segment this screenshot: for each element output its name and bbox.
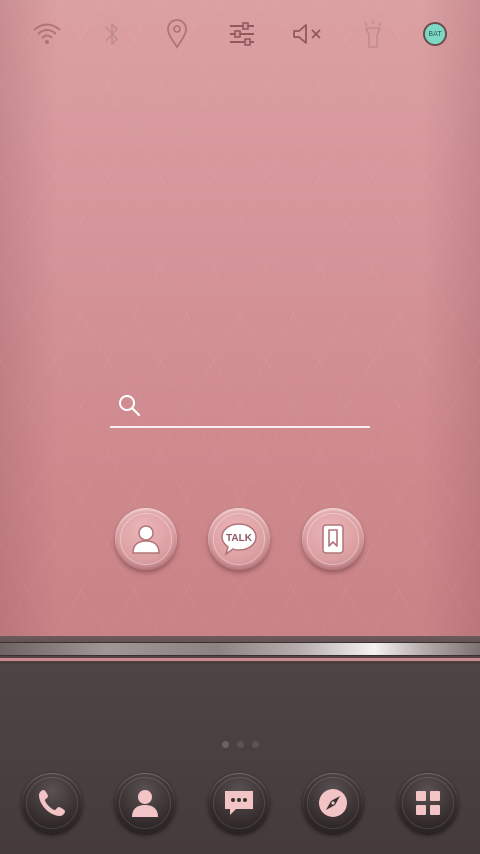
- page-dot: [236, 741, 244, 748]
- location-icon: [167, 19, 187, 49]
- page-dot: [221, 741, 229, 748]
- battery-label: BAT: [428, 30, 442, 38]
- search-input[interactable]: [150, 394, 364, 420]
- bluetooth-toggle[interactable]: [92, 12, 132, 56]
- flashlight-toggle[interactable]: [353, 12, 393, 56]
- messages-dock-button[interactable]: [209, 773, 269, 833]
- battery-icon: BAT: [423, 22, 447, 46]
- phone-icon: [39, 790, 65, 816]
- dock-divider: [0, 636, 480, 664]
- contacts-icon: [132, 525, 160, 554]
- talk-icon: TALK: [221, 523, 257, 556]
- messages-icon: [225, 791, 253, 815]
- settings-sliders-icon: [230, 22, 254, 46]
- search-icon: [119, 395, 141, 417]
- settings-toggle[interactable]: [222, 12, 262, 56]
- page-indicator: [0, 741, 480, 751]
- bookmark-app-button[interactable]: [302, 508, 364, 570]
- location-toggle[interactable]: [157, 12, 197, 56]
- quick-settings-bar: BAT: [0, 12, 480, 56]
- flashlight-icon: [364, 20, 382, 48]
- browser-compass-icon: [319, 789, 347, 817]
- browser-dock-button[interactable]: [303, 773, 363, 833]
- app-drawer-dock-button[interactable]: [398, 773, 458, 833]
- wifi-icon: [33, 23, 61, 44]
- battery-status[interactable]: BAT: [415, 12, 455, 56]
- bluetooth-icon: [105, 23, 118, 45]
- bookmark-icon: [322, 524, 344, 554]
- talk-label: TALK: [226, 533, 253, 544]
- contacts-app-button[interactable]: [115, 508, 177, 570]
- wifi-toggle[interactable]: [27, 12, 67, 56]
- search-underline: [110, 426, 370, 428]
- contacts-dock-button[interactable]: [115, 773, 175, 833]
- talk-app-button[interactable]: TALK: [208, 508, 270, 570]
- search-bar[interactable]: [110, 388, 370, 430]
- volume-mute-icon: [293, 24, 321, 44]
- sound-toggle[interactable]: [288, 12, 328, 56]
- page-dot: [251, 741, 259, 748]
- app-drawer-icon: [416, 791, 440, 815]
- phone-dock-button[interactable]: [22, 773, 82, 833]
- contacts-icon: [132, 790, 158, 817]
